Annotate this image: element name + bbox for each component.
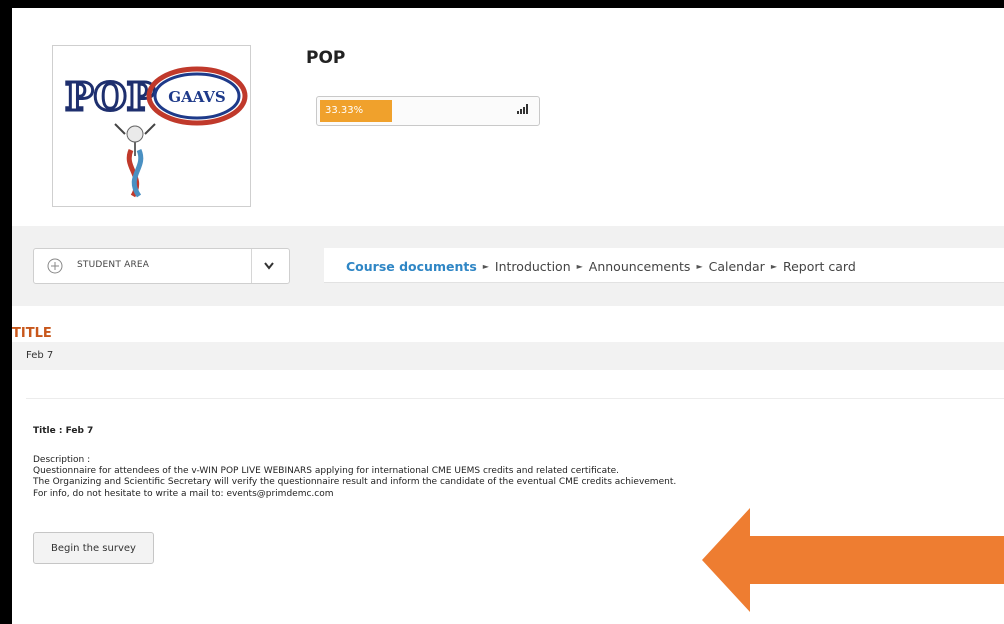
progress-bar: 33.33% <box>316 96 540 126</box>
breadcrumb-separator: ► <box>770 262 777 271</box>
progress-fill: 33.33% <box>320 100 392 122</box>
logo-text: GAAVS <box>168 88 225 106</box>
breadcrumb-course-documents[interactable]: Course documents <box>346 259 477 274</box>
page: POP GAAVS POP 33.33% STUDENT AREA Course… <box>12 8 1004 624</box>
breadcrumb: Course documents ► Introduction ► Announceme… <box>324 248 1004 283</box>
arrow-left-icon <box>702 508 1004 612</box>
signal-icon <box>517 104 528 114</box>
breadcrumb-items: Course documents ► Introduction ► Announceme… <box>346 259 856 274</box>
breadcrumb-calendar[interactable]: Calendar <box>709 259 765 274</box>
chevron-down-icon[interactable] <box>264 262 274 270</box>
title-value-bar: Feb 7 <box>12 342 1004 370</box>
description-line: For info, do not hesitate to write a mai… <box>33 488 334 499</box>
description-line: The Organizing and Scientific Secretary … <box>33 477 677 488</box>
section-divider <box>26 398 1004 399</box>
svg-text:POP: POP <box>65 74 155 119</box>
breadcrumb-separator: ► <box>576 262 583 271</box>
course-logo: POP GAAVS <box>52 45 251 207</box>
course-title: POP <box>306 48 346 68</box>
title-value: Feb 7 <box>26 350 54 361</box>
description-label: Description : <box>33 455 91 465</box>
survey-description: Description : Questionnaire for attendee… <box>33 455 676 500</box>
begin-survey-button[interactable]: Begin the survey <box>33 532 154 564</box>
dropdown-divider <box>251 249 252 283</box>
breadcrumb-introduction[interactable]: Introduction <box>495 259 571 274</box>
student-area-dropdown[interactable]: STUDENT AREA <box>33 248 290 284</box>
breadcrumb-separator: ► <box>696 262 703 271</box>
student-area-label: STUDENT AREA <box>77 260 150 270</box>
description-line: Questionnaire for attendees of the v-WIN… <box>33 466 620 477</box>
breadcrumb-separator: ► <box>482 262 489 271</box>
survey-title: Title : Feb 7 <box>33 426 94 436</box>
plus-circle-icon <box>47 258 63 274</box>
section-title: TITLE <box>12 326 52 341</box>
breadcrumb-report-card[interactable]: Report card <box>783 259 856 274</box>
breadcrumb-announcements[interactable]: Announcements <box>589 259 691 274</box>
